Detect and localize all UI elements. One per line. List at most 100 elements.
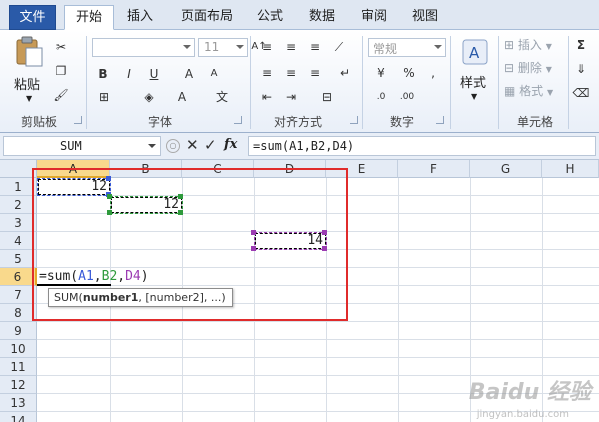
group-divider	[568, 36, 569, 129]
highlight-annotation	[32, 168, 348, 321]
comma-icon[interactable]: ,	[424, 64, 442, 82]
delete-cells-label: 删除	[517, 61, 542, 75]
insert-cells-label: 插入	[517, 38, 542, 52]
enter-icon[interactable]: ✓	[204, 136, 217, 154]
tab-formulas[interactable]: 公式	[250, 5, 290, 30]
align-right-icon[interactable]: ≡	[306, 64, 324, 82]
insert-cells-icon: ⊞	[504, 38, 515, 52]
group-divider	[86, 36, 87, 129]
number-format-combo[interactable]: 常规	[368, 38, 446, 57]
decrease-decimal-icon[interactable]: .00	[398, 88, 416, 106]
formula-bar-buttons: ○ ✕ ✓ fx	[166, 136, 244, 156]
format-painter-icon[interactable]: 🖌	[52, 86, 70, 104]
group-divider	[498, 36, 499, 129]
clipboard-launcher-icon[interactable]	[74, 116, 82, 124]
fill-icon[interactable]: ⇓	[572, 60, 590, 78]
number-launcher-icon[interactable]	[436, 116, 444, 124]
name-box-value: SUM	[60, 139, 82, 153]
chevron-down-icon: ▼	[471, 92, 478, 101]
formula-input[interactable]: =sum(A1,B2,D4)	[248, 136, 596, 156]
underline-icon[interactable]: U	[145, 65, 163, 83]
alignment-group-label: 对齐方式	[273, 115, 322, 129]
tab-review[interactable]: 审阅	[354, 5, 394, 30]
phonetic-icon[interactable]: 文	[213, 88, 231, 106]
gridline	[37, 321, 599, 322]
ribbon-tab-bar: 文件 开始 插入 页面布局 公式 数据 审阅 视图	[0, 0, 599, 30]
fill-color-icon[interactable]: ◈	[140, 88, 158, 106]
grow-a-icon[interactable]: A	[180, 65, 198, 83]
borders-icon[interactable]: ⊞	[95, 88, 113, 106]
format-cells-button[interactable]: ▦ 格式 ▼	[504, 82, 566, 99]
merge-center-icon[interactable]: ⊟	[318, 88, 336, 106]
row-header-14[interactable]: 14	[0, 412, 37, 422]
tab-page-layout[interactable]: 页面布局	[172, 5, 242, 30]
tab-data[interactable]: 数据	[302, 5, 342, 30]
tab-insert[interactable]: 插入	[120, 5, 160, 30]
font-size-combo[interactable]: 11	[198, 38, 248, 57]
alignment-launcher-icon[interactable]	[350, 116, 358, 124]
italic-icon[interactable]: I	[120, 65, 138, 83]
font-launcher-icon[interactable]	[234, 116, 242, 124]
tab-file[interactable]: 文件	[9, 5, 56, 30]
gridline	[398, 178, 399, 422]
align-center-icon[interactable]: ≡	[282, 64, 300, 82]
insert-function-icon[interactable]: fx	[224, 137, 237, 152]
chevron-down-icon: ▼	[545, 65, 552, 74]
wrap-text-icon[interactable]: ↵	[336, 64, 354, 82]
name-box[interactable]: SUM	[3, 136, 161, 156]
tab-home[interactable]: 开始	[64, 5, 114, 30]
row-header-11[interactable]: 11	[0, 358, 37, 376]
copy-icon[interactable]: ❐	[52, 62, 70, 80]
orientation-icon[interactable]: ⟋	[330, 38, 348, 56]
font-group-label: 字体	[147, 115, 172, 129]
format-cells-icon: ▦	[504, 84, 516, 98]
styles-icon: A	[462, 39, 488, 65]
cancel-icon[interactable]: ✕	[186, 136, 199, 154]
number-group-label: 数字	[389, 115, 414, 129]
gridline	[37, 357, 599, 358]
align-top-icon[interactable]: ≡	[258, 38, 276, 56]
column-header-f[interactable]: F	[398, 160, 470, 178]
bold-icon[interactable]: B	[94, 65, 112, 83]
align-left-icon[interactable]: ≡	[258, 64, 276, 82]
row-header-10[interactable]: 10	[0, 340, 37, 358]
styles-button[interactable]: A 样式 ▼	[456, 36, 494, 106]
column-header-h[interactable]: H	[542, 160, 599, 178]
format-cells-label: 格式	[519, 84, 544, 98]
delete-cells-button[interactable]: ⊟ 删除 ▼	[504, 59, 566, 76]
ribbon: 粘贴 ▼ ✂ ❐ 🖌 剪贴板 11 A↑ B I U A A ⊞ ◈ A 文 字…	[0, 30, 599, 133]
clear-icon[interactable]: ⌫	[572, 84, 590, 102]
row-header-13[interactable]: 13	[0, 394, 37, 412]
group-divider	[362, 36, 363, 129]
align-bottom-icon[interactable]: ≡	[306, 38, 324, 56]
font-name-combo[interactable]	[92, 38, 195, 57]
watermark-url: jingyan.baidu.com	[476, 409, 569, 420]
currency-icon[interactable]: ¥	[372, 64, 390, 82]
autosum-icon[interactable]: Σ	[572, 36, 590, 54]
font-color-icon[interactable]: A	[173, 88, 191, 106]
svg-text:A: A	[469, 44, 480, 62]
number-format-value: 常规	[373, 42, 398, 56]
align-middle-icon[interactable]: ≡	[282, 38, 300, 56]
paste-button[interactable]: 粘贴 ▼	[10, 36, 48, 106]
formula-bar: SUM ○ ✕ ✓ fx =sum(A1,B2,D4)	[0, 133, 599, 160]
chevron-down-icon: ▼	[545, 42, 552, 51]
increase-indent-icon[interactable]: ⇥	[282, 88, 300, 106]
shrink-a-icon[interactable]: A	[205, 65, 223, 83]
chevron-down-icon: ▼	[547, 88, 554, 97]
decrease-indent-icon[interactable]: ⇤	[258, 88, 276, 106]
clipboard-group-label: 剪贴板	[20, 115, 57, 129]
paste-icon	[16, 36, 43, 67]
increase-decimal-icon[interactable]: .0	[372, 88, 390, 106]
chevron-down-icon: ▼	[26, 94, 33, 103]
row-header-12[interactable]: 12	[0, 376, 37, 394]
cut-icon[interactable]: ✂	[52, 38, 70, 56]
column-header-g[interactable]: G	[470, 160, 542, 178]
tab-view[interactable]: 视图	[405, 5, 445, 30]
font-size-value: 11	[204, 40, 220, 54]
insert-cells-button[interactable]: ⊞ 插入 ▼	[504, 36, 566, 53]
gridline	[37, 339, 599, 340]
percent-icon[interactable]: %	[400, 64, 418, 82]
row-header-9[interactable]: 9	[0, 322, 37, 340]
expand-handle-icon[interactable]: ○	[166, 139, 180, 153]
